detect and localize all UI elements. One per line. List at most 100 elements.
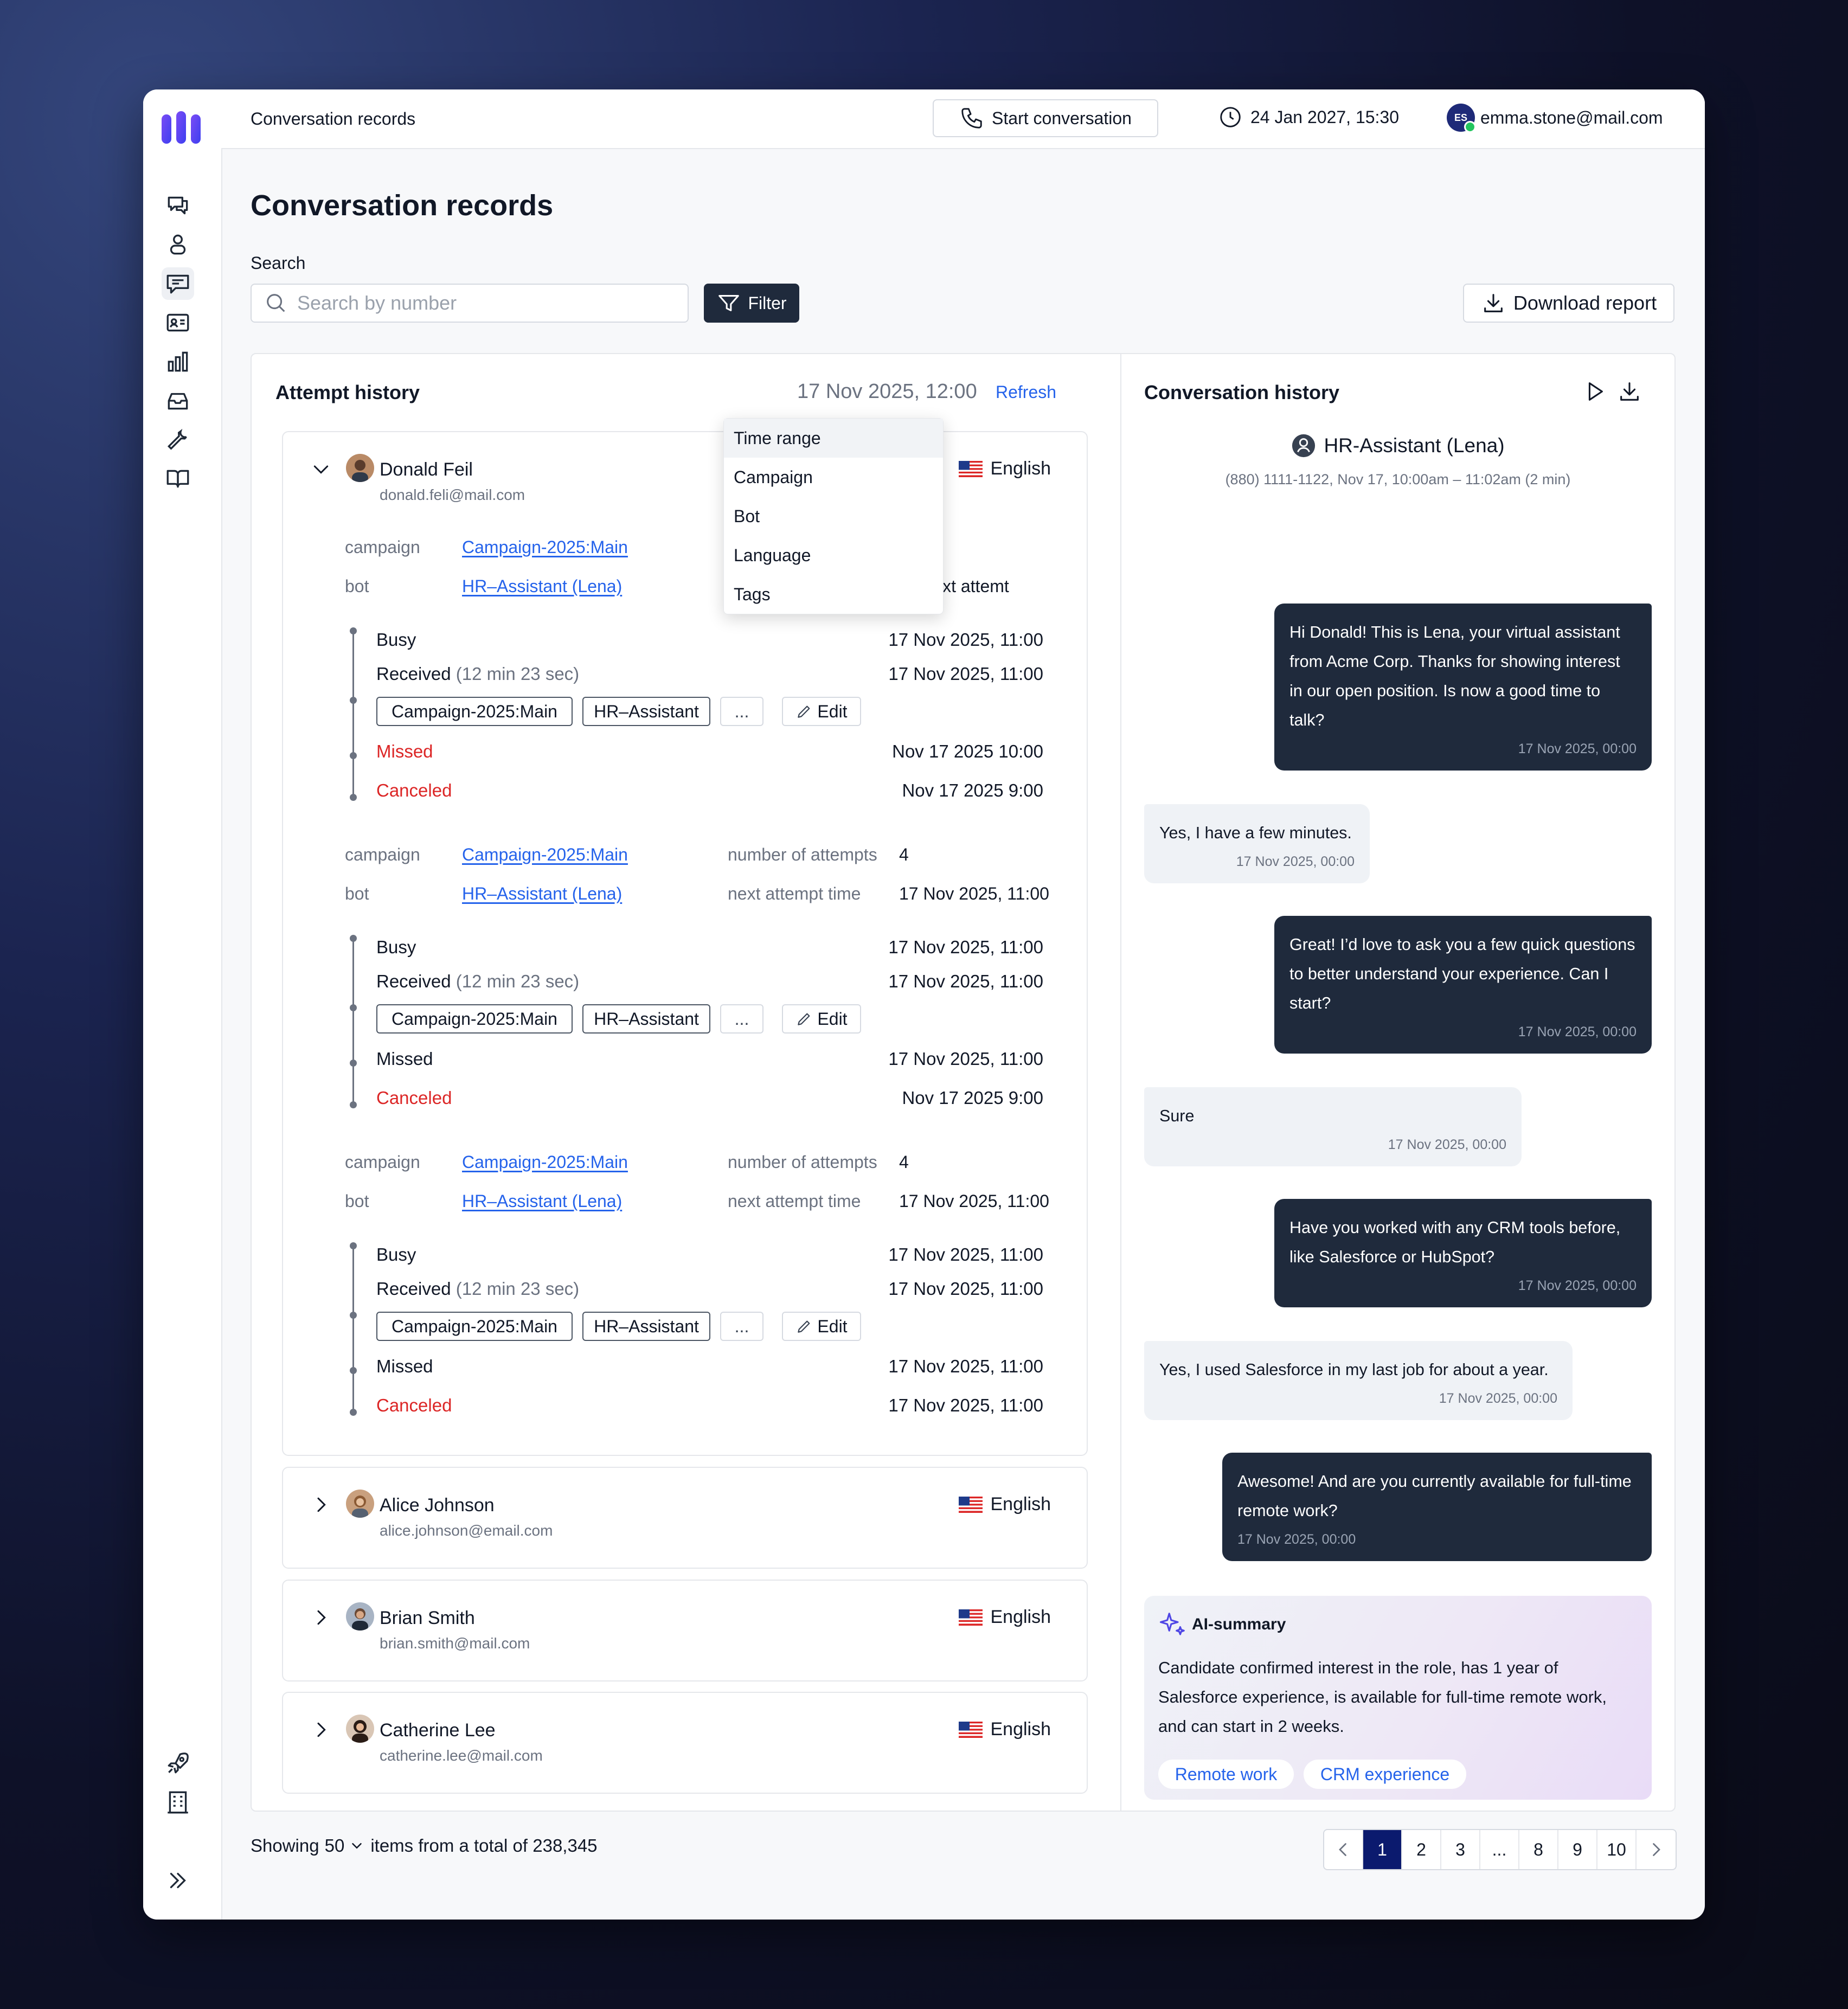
attempt-card-collapsed[interactable]: Catherine Lee catherine.lee@mail.com Eng… xyxy=(282,1692,1088,1794)
edit-label: Edit xyxy=(817,1009,848,1029)
play-icon[interactable] xyxy=(1582,379,1607,404)
summary-tag[interactable]: CRM experience xyxy=(1304,1760,1466,1789)
id-card-icon[interactable] xyxy=(162,306,194,339)
us-flag-icon xyxy=(959,460,983,477)
pencil-icon xyxy=(798,1013,810,1025)
sidebar xyxy=(143,89,222,1920)
more-tags-button[interactable]: ... xyxy=(720,1004,763,1034)
tag-chip[interactable]: Campaign-2025:Main xyxy=(376,1004,573,1034)
more-tags-button[interactable]: ... xyxy=(720,697,763,726)
start-conversation-label: Start conversation xyxy=(992,108,1132,128)
summary-tag[interactable]: Remote work xyxy=(1158,1760,1294,1789)
filter-button[interactable]: Filter xyxy=(704,284,799,323)
campaign-link[interactable]: Campaign-2025:Main xyxy=(462,537,628,557)
bot-link[interactable]: HR–Assistant (Lena) xyxy=(462,884,622,904)
download-icon xyxy=(1484,294,1503,312)
filter-option-campaign[interactable]: Campaign xyxy=(724,458,943,497)
edit-tags-button[interactable]: Edit xyxy=(782,697,861,726)
contact-email: alice.johnson@email.com xyxy=(380,1522,553,1539)
pencil-icon xyxy=(798,705,810,718)
user-menu[interactable]: ES emma.stone@mail.com xyxy=(1447,104,1663,133)
filter-option-language[interactable]: Language xyxy=(724,536,943,575)
expand-icon[interactable] xyxy=(162,1864,194,1897)
page-button[interactable]: 2 xyxy=(1402,1830,1441,1869)
page-button[interactable]: 8 xyxy=(1519,1830,1558,1869)
chevron-right-icon[interactable] xyxy=(310,1494,332,1516)
message-incoming: Yes, I used Salesforce in my last job fo… xyxy=(1144,1341,1573,1420)
chevron-right-icon[interactable] xyxy=(310,1607,332,1628)
edit-tags-button[interactable]: Edit xyxy=(782,1004,861,1034)
search-label: Search xyxy=(251,253,306,273)
start-conversation-button[interactable]: Start conversation xyxy=(933,99,1158,137)
timeline-dot xyxy=(350,794,357,801)
rocket-icon[interactable] xyxy=(162,1747,194,1780)
number-of-attempts-label: number of attempts xyxy=(728,845,877,864)
phone-icon xyxy=(961,108,982,129)
attempt-history-title: Attempt history xyxy=(275,381,420,403)
contact-email: catherine.lee@mail.com xyxy=(380,1747,543,1764)
timeline-dot xyxy=(350,752,357,759)
campaign-label: campaign xyxy=(345,1152,420,1172)
event-status: Canceled xyxy=(376,1088,452,1108)
refresh-link[interactable]: Refresh xyxy=(996,382,1056,402)
filter-option-bot[interactable]: Bot xyxy=(724,497,943,536)
book-icon[interactable] xyxy=(162,463,194,495)
page-button[interactable]: 1 xyxy=(1363,1830,1402,1869)
bot-link[interactable]: HR–Assistant (Lena) xyxy=(462,576,622,596)
bot-label: bot xyxy=(345,884,369,903)
language-badge: English xyxy=(959,1719,1051,1740)
download-icon[interactable] xyxy=(1617,379,1642,404)
event-time: 17 Nov 2025, 11:00 xyxy=(888,630,1043,650)
filter-option-time-range[interactable]: Time range xyxy=(724,419,943,458)
tag-chip[interactable]: HR–Assistant xyxy=(582,697,710,726)
bot-link[interactable]: HR–Assistant (Lena) xyxy=(462,1191,622,1211)
event-duration: (12 min 23 sec) xyxy=(455,1279,580,1299)
message-text: Have you worked with any CRM tools befor… xyxy=(1289,1218,1621,1266)
us-flag-icon xyxy=(959,1496,983,1513)
tag-chip[interactable]: Campaign-2025:Main xyxy=(376,1312,573,1341)
campaign-label: campaign xyxy=(345,845,420,864)
campaign-link[interactable]: Campaign-2025:Main xyxy=(462,845,628,865)
attempt-card-collapsed[interactable]: Alice Johnson alice.johnson@email.com En… xyxy=(282,1467,1088,1569)
language-label: English xyxy=(990,1607,1051,1627)
filter-option-tags[interactable]: Tags xyxy=(724,575,943,614)
records-panel: Attempt history 17 Nov 2025, 12:00 Refre… xyxy=(251,353,1676,1812)
edit-tags-button[interactable]: Edit xyxy=(782,1312,861,1341)
page-button[interactable]: 9 xyxy=(1558,1830,1597,1869)
conversations-icon[interactable] xyxy=(162,267,194,300)
more-tags-button[interactable]: ... xyxy=(720,1312,763,1341)
chat-icon[interactable] xyxy=(162,189,194,222)
tag-chip[interactable]: HR–Assistant xyxy=(582,1004,710,1034)
attempt-card-collapsed[interactable]: Brian Smith brian.smith@mail.com English xyxy=(282,1580,1088,1681)
event-status: Received (12 min 23 sec) xyxy=(376,971,579,992)
inbox-icon[interactable] xyxy=(162,384,194,417)
number-of-attempts-value: 4 xyxy=(899,845,909,864)
event-status: Missed xyxy=(376,1049,433,1069)
chevron-right-icon[interactable] xyxy=(310,1719,332,1741)
bot-avatar-icon xyxy=(1292,434,1316,458)
tools-icon[interactable] xyxy=(162,423,194,456)
tag-chip[interactable]: HR–Assistant xyxy=(582,1312,710,1341)
timeline-dot xyxy=(350,1242,357,1249)
avatar xyxy=(346,1602,374,1631)
next-attempt-value: 17 Nov 2025, 11:00 xyxy=(899,884,1049,903)
logo[interactable] xyxy=(161,109,202,147)
prev-page-button[interactable] xyxy=(1324,1830,1363,1869)
building-icon[interactable] xyxy=(162,1786,194,1819)
bot-header: HR-Assistant (Lena) xyxy=(1120,433,1676,458)
download-report-button[interactable]: Download report xyxy=(1463,284,1674,323)
tag-chip[interactable]: Campaign-2025:Main xyxy=(376,697,573,726)
chevron-down-icon[interactable] xyxy=(310,458,332,480)
contact-email: donald.feli@mail.com xyxy=(380,486,525,503)
download-report-label: Download report xyxy=(1513,292,1657,314)
message-outgoing: Great! I’d love to ask you a few quick q… xyxy=(1274,916,1652,1054)
page-button[interactable]: 3 xyxy=(1441,1830,1480,1869)
page-button[interactable]: 10 xyxy=(1597,1830,1637,1869)
analytics-icon[interactable] xyxy=(162,345,194,378)
page-size-select[interactable]: 50 xyxy=(325,1835,365,1856)
next-page-button[interactable] xyxy=(1637,1830,1676,1869)
page-title: Conversation records xyxy=(251,189,554,222)
campaign-link[interactable]: Campaign-2025:Main xyxy=(462,1152,628,1172)
contacts-icon[interactable] xyxy=(162,228,194,261)
search-input[interactable]: Search by number xyxy=(251,284,689,323)
